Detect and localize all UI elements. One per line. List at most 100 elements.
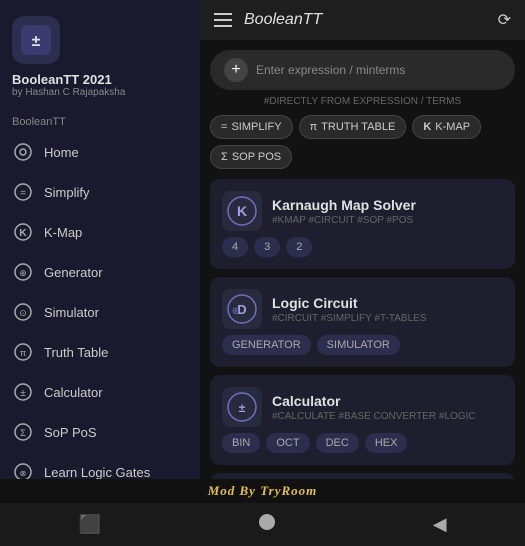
sidebar-item-generator[interactable]: ⊕ Generator — [0, 252, 200, 292]
kmap-button[interactable]: K K-MAP — [412, 115, 481, 139]
simulator-icon: ⊙ — [12, 301, 34, 323]
kmap-card-header: K Karnaugh Map Solver #KMAP #CIRCUIT #SO… — [222, 191, 503, 231]
svg-text:⊕: ⊕ — [19, 268, 27, 278]
kmap-btn-label: K-MAP — [435, 121, 470, 133]
bin-button[interactable]: BIN — [222, 433, 260, 453]
logic-circuit-card: D ⊕ Logic Circuit #CIRCUIT #SIMPLIFY #T-… — [210, 277, 515, 367]
kmap-card-tags: #KMAP #CIRCUIT #SOP #POS — [272, 215, 416, 226]
home-icon — [12, 141, 34, 163]
sidebar-label-generator: Generator — [44, 265, 103, 280]
svg-text:⊕: ⊕ — [232, 306, 240, 317]
logic-circuit-card-text: Logic Circuit #CIRCUIT #SIMPLIFY #T-TABL… — [272, 295, 427, 324]
truth-table-button[interactable]: π TRUTH TABLE — [299, 115, 407, 139]
truth-table-icon: π — [12, 341, 34, 363]
sidebar-item-sop-pos[interactable]: Σ SoP PoS — [0, 412, 200, 452]
action-buttons: = SIMPLIFY π TRUTH TABLE K K-MAP Σ SOP P… — [210, 115, 515, 169]
search-placeholder: Enter expression / minterms — [256, 63, 405, 77]
header-left: BooleanTT — [214, 11, 322, 29]
app-logo: ± — [12, 16, 60, 64]
simplify-btn-label: SIMPLIFY — [231, 121, 281, 133]
sidebar-item-learn-logic[interactable]: ⊗ Learn Logic Gates — [0, 452, 200, 479]
generator-icon: ⊕ — [12, 261, 34, 283]
hex-button[interactable]: HEX — [365, 433, 408, 453]
svg-text:±: ± — [32, 33, 41, 50]
generator-button[interactable]: GENERATOR — [222, 335, 311, 355]
sidebar-item-kmap[interactable]: K K-Map — [0, 212, 200, 252]
truth-table-btn-icon: π — [310, 121, 318, 133]
watermark-text: Mod By TryRoom — [208, 483, 318, 498]
kmap-3-button[interactable]: 3 — [254, 237, 280, 257]
simplify-btn-icon: = — [221, 121, 227, 133]
logic-circuit-card-header: D ⊕ Logic Circuit #CIRCUIT #SIMPLIFY #T-… — [222, 289, 503, 329]
kmap-4-button[interactable]: 4 — [222, 237, 248, 257]
calculator-icon: ± — [12, 381, 34, 403]
sidebar-label-kmap: K-Map — [44, 225, 82, 240]
panel-content: + Enter expression / minterms #DIRECTLY … — [200, 40, 525, 479]
svg-text:π: π — [20, 348, 26, 358]
logic-circuit-card-buttons: GENERATOR SIMULATOR — [222, 335, 503, 355]
sidebar: ± BooleanTT 2021 by Hashan C Rajapaksha … — [0, 0, 200, 479]
svg-text:±: ± — [20, 388, 26, 399]
svg-text:±: ± — [239, 401, 246, 415]
nav-back-button[interactable]: ⬛ — [68, 510, 110, 539]
calculator-card-header: ± Calculator #CALCULATE #BASE CONVERTER … — [222, 387, 503, 427]
kmap-card-text: Karnaugh Map Solver #KMAP #CIRCUIT #SOP … — [272, 197, 416, 226]
calculator-card-tags: #CALCULATE #BASE CONVERTER #LOGIC — [272, 411, 476, 422]
sidebar-item-calculator[interactable]: ± Calculator — [0, 372, 200, 412]
sop-pos-button[interactable]: Σ SOP POS — [210, 145, 292, 169]
watermark-bar: Mod By TryRoom — [0, 479, 525, 503]
kmap-2-button[interactable]: 2 — [286, 237, 312, 257]
app-subtitle: by Hashan C Rajapaksha — [12, 87, 125, 98]
sop-pos-icon: Σ — [12, 421, 34, 443]
oct-button[interactable]: OCT — [266, 433, 309, 453]
sidebar-item-truth-table[interactable]: π Truth Table — [0, 332, 200, 372]
sidebar-section-label: BooleanTT — [0, 108, 200, 132]
panel-header: BooleanTT ⟳ — [200, 0, 525, 40]
hamburger-menu-button[interactable] — [214, 13, 232, 27]
sidebar-label-simulator: Simulator — [44, 305, 99, 320]
logic-circuit-card-icon: D ⊕ — [222, 289, 262, 329]
kmap-card-title: Karnaugh Map Solver — [272, 197, 416, 213]
svg-text:⊙: ⊙ — [19, 308, 27, 318]
svg-text:Σ: Σ — [20, 428, 26, 438]
kmap-card: K Karnaugh Map Solver #KMAP #CIRCUIT #SO… — [210, 179, 515, 269]
nav-home-button[interactable] — [248, 509, 286, 540]
calculator-card-title: Calculator — [272, 393, 476, 409]
truth-table-btn-label: TRUTH TABLE — [321, 121, 395, 133]
simplify-button[interactable]: = SIMPLIFY — [210, 115, 293, 139]
sidebar-label-learn-logic: Learn Logic Gates — [44, 465, 150, 480]
main-panel: BooleanTT ⟳ + Enter expression / minterm… — [200, 0, 525, 479]
history-icon-header[interactable]: ⟳ — [498, 10, 511, 30]
calculator-card-icon: ± — [222, 387, 262, 427]
logic-circuit-card-tags: #CIRCUIT #SIMPLIFY #T-TABLES — [272, 313, 427, 324]
svg-text:=: = — [20, 188, 26, 199]
panel-title: BooleanTT — [244, 11, 322, 29]
search-bar[interactable]: + Enter expression / minterms — [210, 50, 515, 90]
calculator-card-buttons: BIN OCT DEC HEX — [222, 433, 503, 453]
calculator-card: ± Calculator #CALCULATE #BASE CONVERTER … — [210, 375, 515, 465]
svg-text:K: K — [237, 203, 247, 219]
simulator-button[interactable]: SIMULATOR — [317, 335, 400, 355]
nav-recent-button[interactable]: ◀ — [423, 510, 457, 539]
hamburger-line-2 — [214, 19, 232, 21]
calculator-card-text: Calculator #CALCULATE #BASE CONVERTER #L… — [272, 393, 476, 422]
sidebar-label-truth-table: Truth Table — [44, 345, 108, 360]
logic-circuit-card-title: Logic Circuit — [272, 295, 427, 311]
sidebar-item-home[interactable]: Home — [0, 132, 200, 172]
learn-logic-icon: ⊗ — [12, 461, 34, 479]
sop-pos-btn-label: SOP POS — [232, 151, 281, 163]
kmap-card-buttons: 4 3 2 — [222, 237, 503, 257]
sidebar-label-sop-pos: SoP PoS — [44, 425, 97, 440]
sop-pos-btn-icon: Σ — [221, 151, 228, 163]
search-tags: #DIRECTLY FROM EXPRESSION / TERMS — [210, 96, 515, 107]
kmap-icon: K — [12, 221, 34, 243]
dec-button[interactable]: DEC — [316, 433, 359, 453]
sidebar-item-simulator[interactable]: ⊙ Simulator — [0, 292, 200, 332]
sidebar-item-simplify[interactable]: = Simplify — [0, 172, 200, 212]
sidebar-label-home: Home — [44, 145, 79, 160]
hamburger-line-3 — [214, 25, 232, 27]
sidebar-header: ± BooleanTT 2021 by Hashan C Rajapaksha — [0, 0, 200, 108]
app-title: BooleanTT 2021 — [12, 72, 112, 87]
svg-text:K: K — [19, 228, 27, 239]
simplify-icon: = — [12, 181, 34, 203]
